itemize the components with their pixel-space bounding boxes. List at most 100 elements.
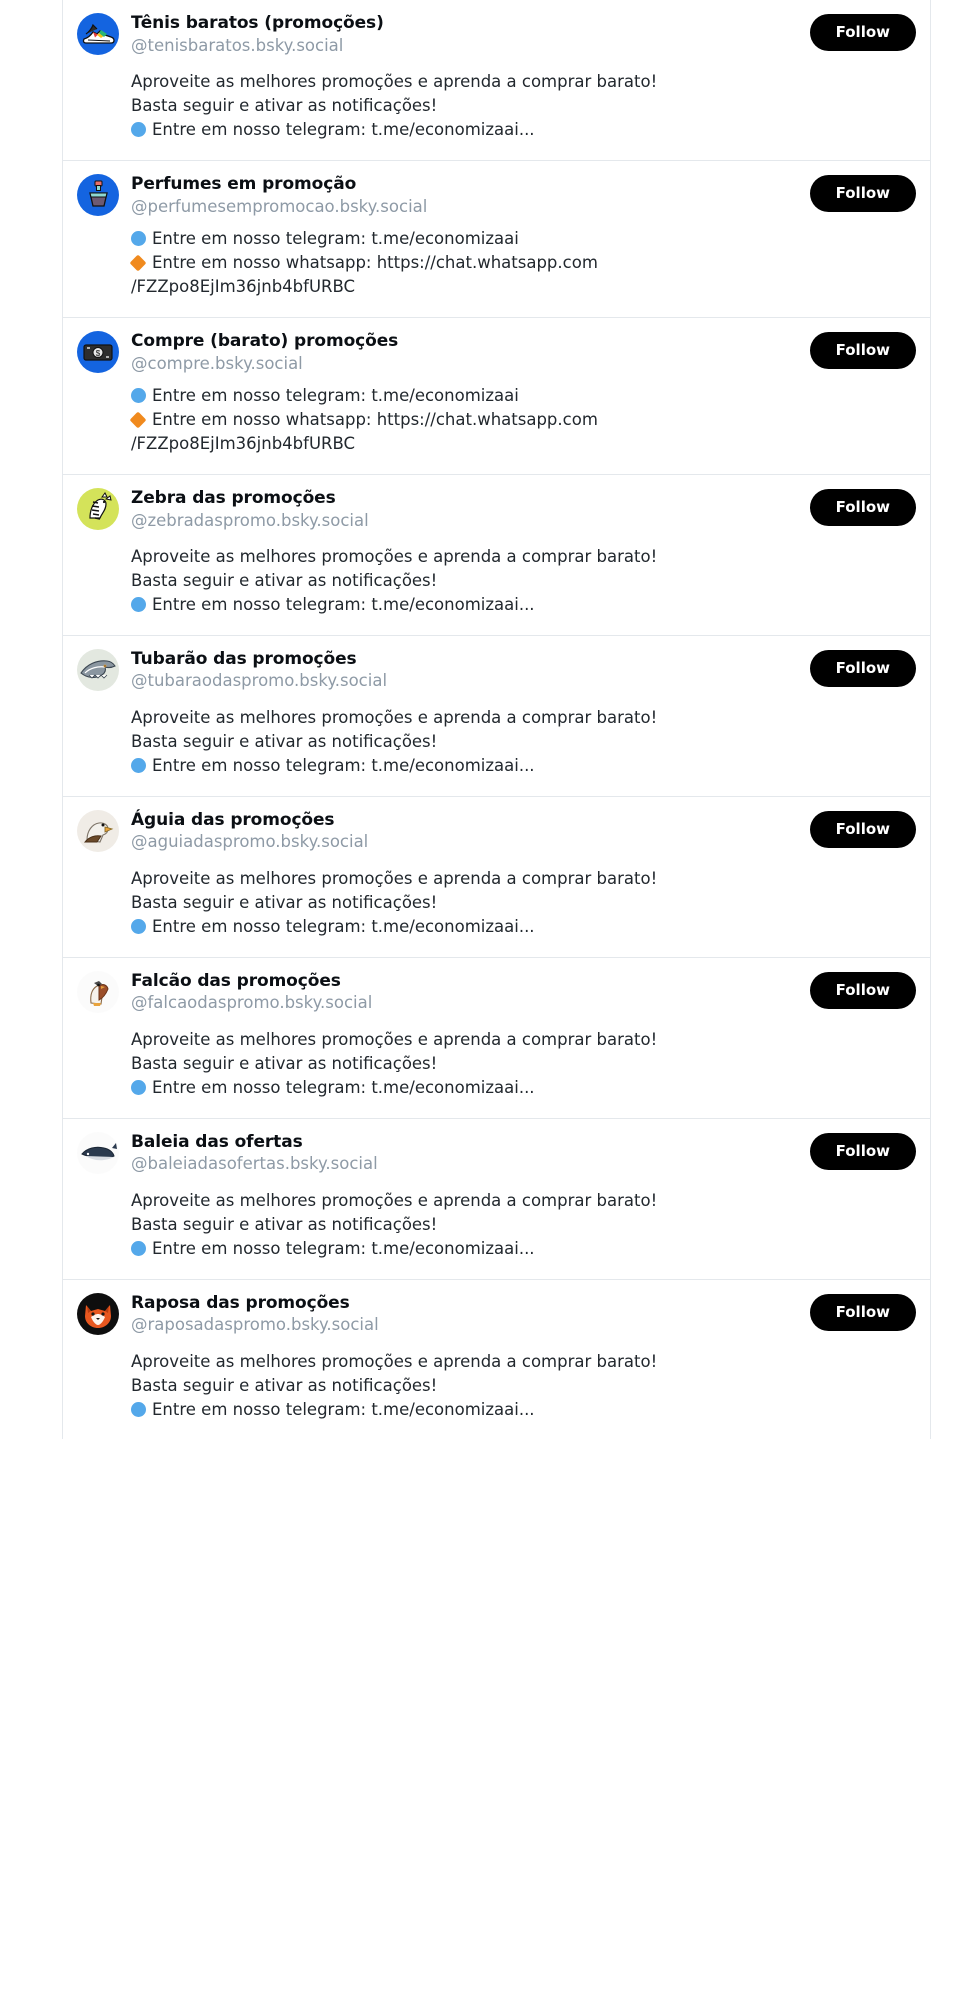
- follow-button[interactable]: Follow: [809, 971, 916, 1009]
- bio-line-2: Basta seguir e ativar as notificações!: [131, 1053, 438, 1073]
- telegram-line: Entre em nosso telegram: t.me/economizaa…: [131, 384, 916, 408]
- account-suggestion-card[interactable]: $ Compre (barato) promoções @compre.bsky.s…: [63, 317, 930, 475]
- account-identity[interactable]: Baleia das ofertas @baleiadasofertas.bsky…: [131, 1131, 798, 1175]
- telegram-line: Entre em nosso telegram: t.me/economizaa…: [131, 915, 916, 939]
- avatar[interactable]: [77, 970, 119, 1013]
- display-name: Baleia das ofertas: [131, 1131, 303, 1152]
- account-suggestion-card[interactable]: Baleia das ofertas @baleiadasofertas.bsky…: [63, 1118, 930, 1280]
- bio-line-1: Aproveite as melhores promoções e aprend…: [131, 868, 658, 888]
- account-bio: Aproveite as melhores promoções e aprend…: [131, 1350, 916, 1422]
- telegram-line: Entre em nosso telegram: t.me/economizaa…: [131, 1398, 916, 1422]
- telegram-text: Entre em nosso telegram: t.me/economizaa…: [152, 594, 535, 614]
- card-header: Perfumes em promoção @perfumesempromocao.…: [77, 173, 916, 217]
- avatar[interactable]: [77, 648, 119, 691]
- blue-circle-icon: [131, 1079, 146, 1095]
- account-handle: @perfumesempromocao.bsky.social: [131, 196, 428, 216]
- bio-line-2: Basta seguir e ativar as notificações!: [131, 1214, 438, 1234]
- telegram-line: Entre em nosso telegram: t.me/economizaa…: [131, 1237, 916, 1261]
- account-bio: Aproveite as melhores promoções e aprend…: [131, 1189, 916, 1261]
- account-handle: @raposadaspromo.bsky.social: [131, 1315, 379, 1335]
- card-header: Baleia das ofertas @baleiadasofertas.bsky…: [77, 1131, 916, 1175]
- account-suggestion-card[interactable]: Falcão das promoções @falcaodaspromo.bsky…: [63, 957, 930, 1119]
- bio-line-2: Basta seguir e ativar as notificações!: [131, 731, 438, 751]
- card-header: Tubarão das promoções @tubaraodaspromo.bs…: [77, 648, 916, 692]
- whatsapp-text: Entre em nosso whatsapp: https://chat.wh…: [152, 409, 598, 429]
- telegram-text: Entre em nosso telegram: t.me/economizaa…: [152, 229, 519, 249]
- follow-button[interactable]: Follow: [809, 1293, 916, 1331]
- display-name: Falcão das promoções: [131, 970, 341, 991]
- whatsapp-url-continuation: /FZZpo8EjIm36jnb4bfURBC: [131, 276, 356, 296]
- blue-circle-icon: [131, 1240, 146, 1256]
- account-handle: @tenisbaratos.bsky.social: [131, 35, 344, 55]
- orange-diamond-icon: [129, 254, 147, 272]
- account-identity[interactable]: Águia das promoções @aguiadaspromo.bsky.s…: [131, 809, 798, 853]
- account-suggestion-card[interactable]: Tênis baratos (promoções) @tenisbaratos.b…: [63, 0, 930, 161]
- bio-line-2: Basta seguir e ativar as notificações!: [131, 570, 438, 590]
- bio-line-2: Basta seguir e ativar as notificações!: [131, 892, 438, 912]
- account-suggestion-card[interactable]: Águia das promoções @aguiadaspromo.bsky.s…: [63, 796, 930, 958]
- account-identity[interactable]: Compre (barato) promoções @compre.bsky.so…: [131, 330, 798, 374]
- telegram-line: Entre em nosso telegram: t.me/economizaa…: [131, 593, 916, 617]
- follow-button[interactable]: Follow: [809, 810, 916, 848]
- account-identity[interactable]: Perfumes em promoção @perfumesempromocao.…: [131, 173, 798, 217]
- bio-line-2: Basta seguir e ativar as notificações!: [131, 96, 438, 116]
- avatar[interactable]: [77, 487, 119, 530]
- bio-line-2: Basta seguir e ativar as notificações!: [131, 1375, 438, 1395]
- display-name: Águia das promoções: [131, 809, 335, 830]
- card-header: Tênis baratos (promoções) @tenisbaratos.b…: [77, 12, 916, 56]
- account-bio: Aproveite as melhores promoções e aprend…: [131, 706, 916, 778]
- account-handle: @baleiadasofertas.bsky.social: [131, 1154, 378, 1174]
- display-name: Zebra das promoções: [131, 487, 336, 508]
- account-identity[interactable]: Tubarão das promoções @tubaraodaspromo.bs…: [131, 648, 798, 692]
- display-name: Raposa das promoções: [131, 1292, 350, 1313]
- account-bio: Entre em nosso telegram: t.me/economizaa…: [129, 384, 916, 456]
- avatar[interactable]: [77, 1131, 119, 1174]
- blue-circle-icon: [131, 1401, 146, 1417]
- account-identity[interactable]: Zebra das promoções @zebradaspromo.bsky.s…: [131, 487, 798, 531]
- telegram-line: Entre em nosso telegram: t.me/economizaa…: [131, 1076, 916, 1100]
- blue-circle-icon: [131, 918, 146, 934]
- account-suggestion-card[interactable]: Perfumes em promoção @perfumesempromocao.…: [63, 160, 930, 318]
- telegram-text: Entre em nosso telegram: t.me/economizaa…: [152, 755, 535, 775]
- whatsapp-line: Entre em nosso whatsapp: https://chat.wh…: [129, 251, 916, 275]
- blue-circle-icon: [131, 388, 146, 404]
- account-identity[interactable]: Tênis baratos (promoções) @tenisbaratos.b…: [131, 12, 798, 56]
- avatar[interactable]: [77, 13, 119, 55]
- telegram-text: Entre em nosso telegram: t.me/economizaa…: [152, 1399, 535, 1419]
- bio-line-1: Aproveite as melhores promoções e aprend…: [131, 546, 658, 566]
- follow-button[interactable]: Follow: [809, 174, 916, 212]
- account-suggestion-card[interactable]: Tubarão das promoções @tubaraodaspromo.bs…: [63, 635, 930, 797]
- avatar[interactable]: [77, 173, 119, 216]
- telegram-text: Entre em nosso telegram: t.me/economizaa…: [152, 120, 535, 140]
- display-name: Perfumes em promoção: [131, 173, 357, 194]
- telegram-line: Entre em nosso telegram: t.me/economizaa…: [131, 754, 916, 778]
- follow-button[interactable]: Follow: [809, 649, 916, 687]
- follow-button[interactable]: Follow: [809, 14, 916, 51]
- account-identity[interactable]: Raposa das promoções @raposadaspromo.bsky…: [131, 1292, 798, 1336]
- telegram-text: Entre em nosso telegram: t.me/economizaa…: [152, 1238, 535, 1258]
- telegram-text: Entre em nosso telegram: t.me/economizaa…: [152, 1077, 535, 1097]
- avatar[interactable]: [77, 809, 119, 852]
- account-handle: @falcaodaspromo.bsky.social: [131, 993, 373, 1013]
- card-header: $ Compre (barato) promoções @compre.bsky.s…: [77, 330, 916, 374]
- follow-button[interactable]: Follow: [809, 1132, 916, 1170]
- bio-line-1: Aproveite as melhores promoções e aprend…: [131, 1351, 658, 1371]
- avatar[interactable]: [77, 1292, 119, 1335]
- account-handle: @aguiadaspromo.bsky.social: [131, 832, 369, 852]
- card-header: Raposa das promoções @raposadaspromo.bsky…: [77, 1292, 916, 1336]
- display-name: Tênis baratos (promoções): [131, 13, 384, 33]
- account-suggestion-card[interactable]: Zebra das promoções @zebradaspromo.bsky.s…: [63, 474, 930, 636]
- telegram-text: Entre em nosso telegram: t.me/economizaa…: [152, 916, 535, 936]
- account-identity[interactable]: Falcão das promoções @falcaodaspromo.bsky…: [131, 970, 798, 1014]
- avatar[interactable]: $: [77, 330, 119, 373]
- account-bio: Aproveite as melhores promoções e aprend…: [131, 867, 916, 939]
- follow-button[interactable]: Follow: [809, 488, 916, 526]
- account-bio: Aproveite as melhores promoções e aprend…: [131, 70, 916, 142]
- suggested-accounts-feed: Tênis baratos (promoções) @tenisbaratos.b…: [62, 0, 931, 1440]
- account-bio: Aproveite as melhores promoções e aprend…: [131, 1028, 916, 1100]
- follow-button[interactable]: Follow: [809, 331, 916, 369]
- blue-circle-icon: [131, 122, 146, 138]
- account-suggestion-card[interactable]: Raposa das promoções @raposadaspromo.bsky…: [63, 1279, 930, 1440]
- telegram-line: Entre em nosso telegram: t.me/economizaa…: [131, 227, 916, 251]
- blue-circle-icon: [131, 757, 146, 773]
